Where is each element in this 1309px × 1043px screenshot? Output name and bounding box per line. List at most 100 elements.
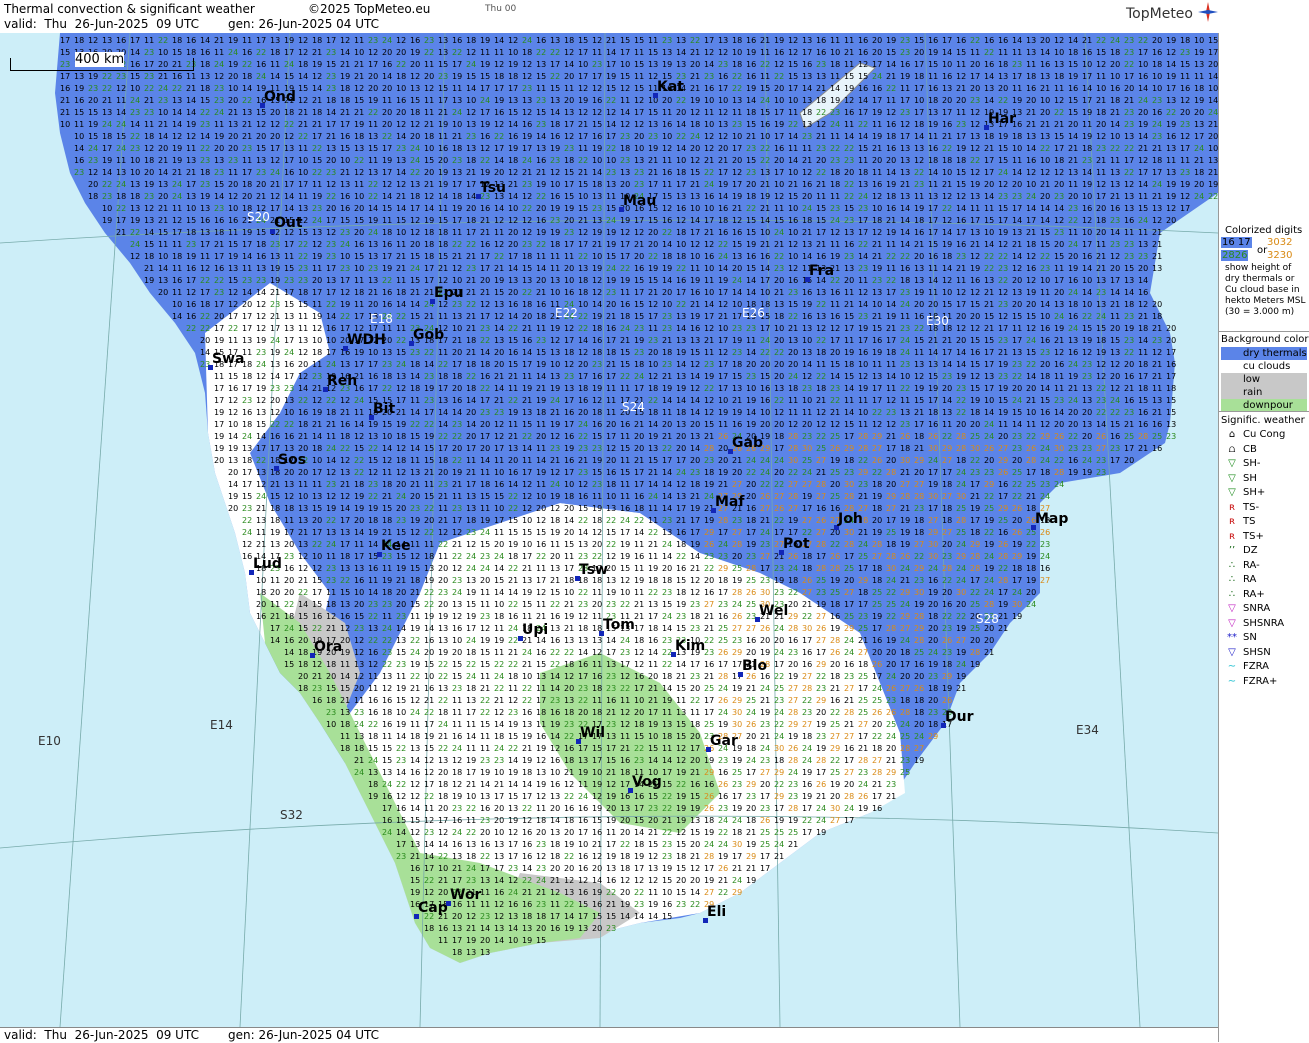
run-tab[interactable]: Thu 00 xyxy=(485,4,516,14)
svg-text:12: 12 xyxy=(382,180,392,189)
city-label-ora[interactable]: Ora xyxy=(314,639,342,655)
city-label-gar[interactable]: Gar xyxy=(710,733,738,749)
svg-text:22: 22 xyxy=(942,144,952,153)
city-label-lud[interactable]: Lud xyxy=(253,556,282,572)
city-label-mau[interactable]: Mau xyxy=(623,193,656,209)
svg-text:18: 18 xyxy=(466,360,476,369)
svg-text:17: 17 xyxy=(564,240,574,249)
svg-text:23: 23 xyxy=(914,504,924,513)
city-label-tom[interactable]: Tom xyxy=(603,617,635,633)
svg-text:13: 13 xyxy=(256,156,266,165)
svg-text:22: 22 xyxy=(1110,408,1120,417)
city-label-vog[interactable]: Vog xyxy=(632,774,662,790)
svg-text:15: 15 xyxy=(998,156,1008,165)
city-label-kim[interactable]: Kim xyxy=(675,638,705,654)
svg-text:16: 16 xyxy=(116,36,126,45)
svg-text:20: 20 xyxy=(536,504,546,513)
drizzle-icon: ’’ xyxy=(1221,544,1243,558)
city-label-joh[interactable]: Joh xyxy=(838,511,863,527)
svg-text:18: 18 xyxy=(830,600,840,609)
city-label-fra[interactable]: Fra xyxy=(809,263,834,279)
city-label-gab[interactable]: Gab xyxy=(732,435,763,451)
svg-text:17: 17 xyxy=(452,936,462,945)
city-label-kat[interactable]: Kat xyxy=(657,79,684,95)
svg-text:18: 18 xyxy=(270,516,280,525)
svg-text:22: 22 xyxy=(200,144,210,153)
svg-text:19: 19 xyxy=(438,612,448,621)
svg-text:21: 21 xyxy=(760,240,770,249)
svg-text:12: 12 xyxy=(1152,348,1162,357)
svg-text:12: 12 xyxy=(1096,60,1106,69)
svg-text:13: 13 xyxy=(550,348,560,357)
svg-text:22: 22 xyxy=(522,288,532,297)
city-label-dur[interactable]: Dur xyxy=(945,709,974,725)
city-label-wor[interactable]: Wor xyxy=(450,887,481,903)
svg-text:10: 10 xyxy=(732,48,742,57)
svg-text:16: 16 xyxy=(928,84,938,93)
city-label-kee[interactable]: Kee xyxy=(381,538,411,554)
svg-text:10: 10 xyxy=(704,288,714,297)
svg-text:18: 18 xyxy=(466,336,476,345)
city-label-out[interactable]: Out xyxy=(274,215,303,231)
forecast-map[interactable]: 17 18 12 13 16 17 11 22 18 16 14 21 19 11 17 13 19 12 18 17… xyxy=(0,33,1218,1027)
city-label-pot[interactable]: Pot xyxy=(783,536,810,552)
city-label-maf[interactable]: Maf xyxy=(715,494,744,510)
city-label-bit[interactable]: Bit xyxy=(373,401,395,417)
svg-text:13: 13 xyxy=(424,564,434,573)
city-label-reh[interactable]: Reh xyxy=(327,373,357,389)
city-label-wil[interactable]: Wil xyxy=(580,725,605,741)
svg-text:12: 12 xyxy=(522,492,532,501)
city-label-ond[interactable]: Ond xyxy=(264,89,296,105)
svg-text:18: 18 xyxy=(634,504,644,513)
svg-text:22: 22 xyxy=(816,672,826,681)
svg-text:23: 23 xyxy=(858,264,868,273)
svg-text:12: 12 xyxy=(732,216,742,225)
svg-text:11: 11 xyxy=(1180,72,1190,81)
svg-text:19: 19 xyxy=(606,276,616,285)
city-label-upi[interactable]: Upi xyxy=(522,622,548,638)
svg-text:26: 26 xyxy=(1012,528,1022,537)
svg-text:21: 21 xyxy=(620,744,630,753)
city-label-har[interactable]: Har xyxy=(988,111,1016,127)
svg-text:12: 12 xyxy=(438,828,448,837)
city-label-blo[interactable]: Blo xyxy=(742,658,767,674)
svg-text:24: 24 xyxy=(956,468,966,477)
svg-text:19: 19 xyxy=(592,504,602,513)
svg-text:18: 18 xyxy=(326,408,336,417)
city-label-cap[interactable]: Cap xyxy=(418,900,448,916)
city-label-tsu[interactable]: Tsu xyxy=(480,180,506,196)
svg-text:18: 18 xyxy=(858,660,868,669)
city-label-tsw[interactable]: Tsw xyxy=(579,562,608,578)
svg-text:20: 20 xyxy=(536,432,546,441)
svg-text:23: 23 xyxy=(200,156,210,165)
svg-text:12: 12 xyxy=(704,132,714,141)
svg-text:12: 12 xyxy=(340,36,350,45)
svg-text:20: 20 xyxy=(998,84,1008,93)
svg-text:17: 17 xyxy=(242,384,252,393)
svg-text:10: 10 xyxy=(550,180,560,189)
svg-text:12: 12 xyxy=(564,132,574,141)
city-label-gob[interactable]: Gob xyxy=(413,327,444,343)
svg-text:21: 21 xyxy=(116,228,126,237)
svg-text:20: 20 xyxy=(242,300,252,309)
city-label-epu[interactable]: Epu xyxy=(434,285,464,301)
svg-text:20: 20 xyxy=(214,456,224,465)
svg-text:10: 10 xyxy=(676,240,686,249)
city-label-swa[interactable]: Swa xyxy=(212,351,244,367)
svg-text:23: 23 xyxy=(1124,252,1134,261)
city-label-sos[interactable]: Sos xyxy=(278,452,306,468)
svg-text:22: 22 xyxy=(382,636,392,645)
city-label-eli[interactable]: Eli xyxy=(707,904,726,920)
city-label-wdh[interactable]: WDH xyxy=(347,332,386,348)
svg-text:11: 11 xyxy=(368,672,378,681)
svg-text:13: 13 xyxy=(928,108,938,117)
svg-text:11: 11 xyxy=(620,456,630,465)
svg-text:24: 24 xyxy=(130,240,140,249)
city-label-map[interactable]: Map xyxy=(1035,511,1068,527)
city-label-wel[interactable]: Wel xyxy=(759,603,788,619)
svg-text:11: 11 xyxy=(634,72,644,81)
svg-text:12: 12 xyxy=(872,192,882,201)
svg-text:20: 20 xyxy=(242,192,252,201)
topmeteo-logo[interactable]: TopMeteo xyxy=(1126,6,1193,22)
svg-text:21: 21 xyxy=(1124,384,1134,393)
